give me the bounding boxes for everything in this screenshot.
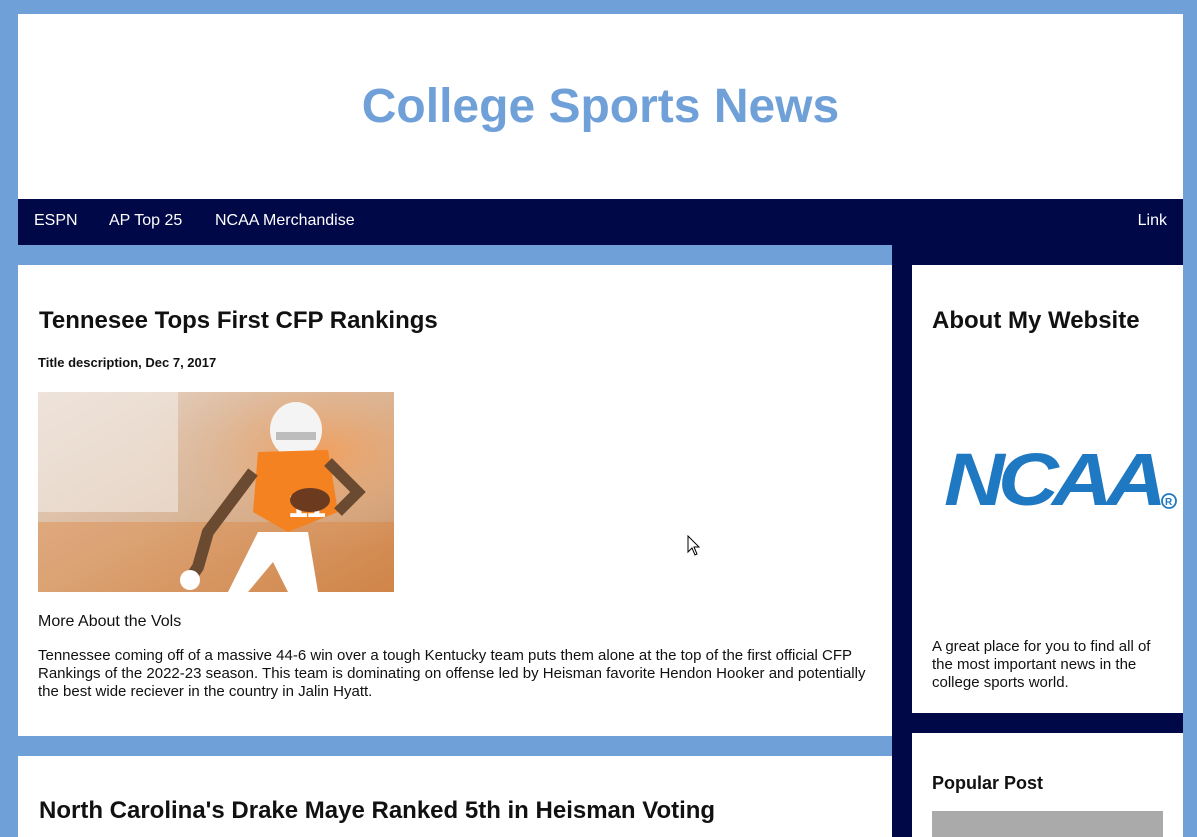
post-body: Tennessee coming off of a massive 44-6 w…	[38, 647, 866, 700]
post-card-2: North Carolina's Drake Maye Ranked 5th i…	[18, 756, 892, 837]
post-subtitle: Title description, Dec 7, 2017	[38, 355, 217, 370]
post-title[interactable]: Tennesee Tops First CFP Rankings	[39, 307, 438, 335]
post-card-1: Tennesee Tops First CFP Rankings Title d…	[18, 265, 892, 736]
popular-post-image[interactable]	[932, 811, 1163, 837]
page-frame: College Sports News ESPN AP Top 25 NCAA …	[18, 14, 1183, 837]
post-section-heading: More About the Vols	[38, 613, 182, 630]
site-header: College Sports News	[18, 14, 1183, 199]
about-title: About My Website	[932, 307, 1140, 334]
svg-text:R: R	[1165, 497, 1173, 508]
mouse-cursor-icon	[687, 534, 701, 562]
post-title[interactable]: North Carolina's Drake Maye Ranked 5th i…	[39, 797, 715, 825]
svg-text:NCAA: NCAA	[944, 445, 1162, 515]
about-card: About My Website NCAA R A great place fo…	[912, 265, 1183, 713]
nav-link-ap-top-25[interactable]: AP Top 25	[109, 199, 182, 245]
popular-post-card: Popular Post	[912, 733, 1183, 837]
nav-link-right[interactable]: Link	[1138, 199, 1167, 245]
about-description: A great place for you to find all of the…	[932, 638, 1151, 691]
top-navigation: ESPN AP Top 25 NCAA Merchandise Link	[18, 199, 1183, 245]
post-photo: 11	[38, 392, 394, 592]
site-title: College Sports News	[361, 80, 840, 133]
ncaa-logo: NCAA R	[944, 438, 1180, 521]
nav-link-ncaa-merchandise[interactable]: NCAA Merchandise	[215, 199, 355, 245]
nav-link-espn[interactable]: ESPN	[34, 199, 78, 245]
popular-post-title: Popular Post	[932, 773, 1044, 793]
